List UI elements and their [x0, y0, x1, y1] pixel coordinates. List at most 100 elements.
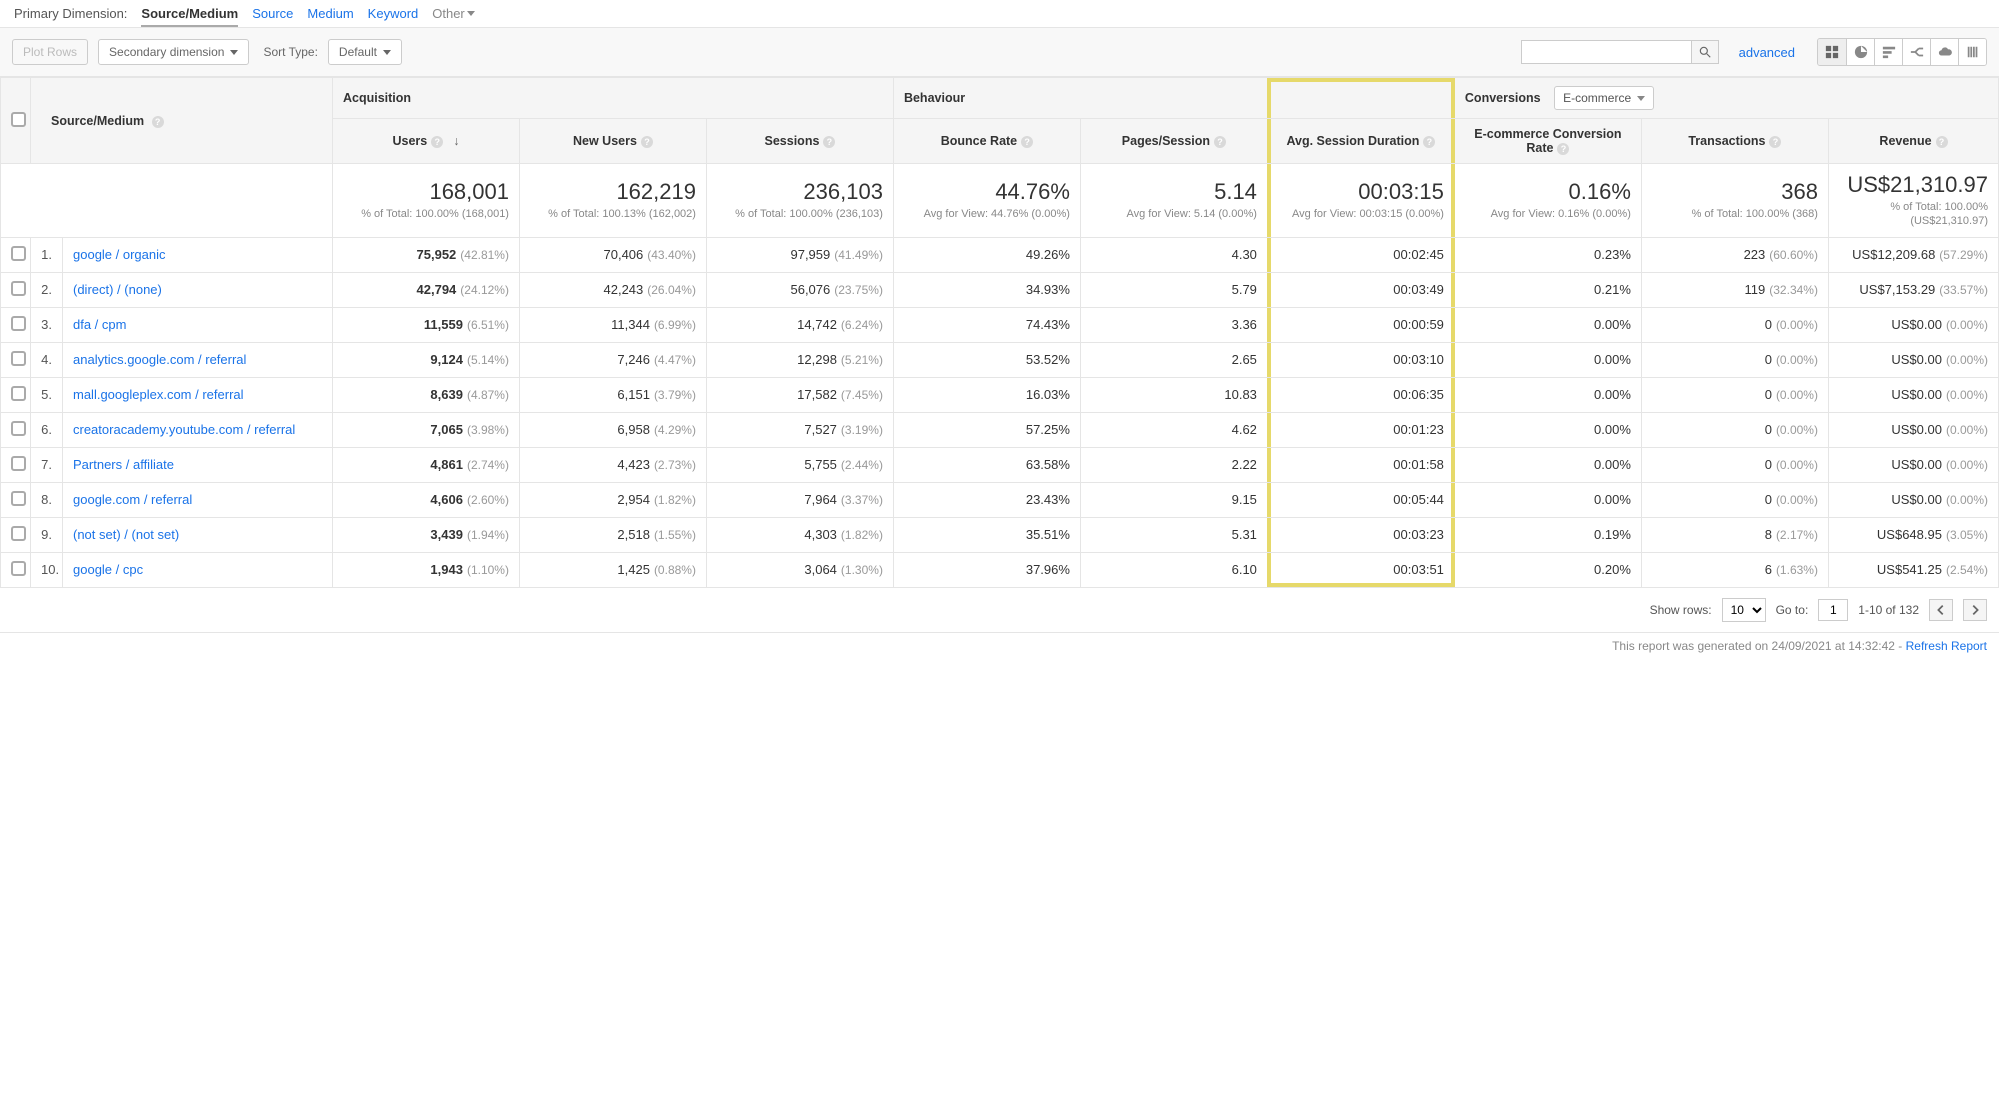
source-medium-link[interactable]: creatoracademy.youtube.com / referral — [73, 422, 295, 437]
cell-revenue: US$541.25(2.54%) — [1828, 552, 1998, 587]
header-transactions[interactable]: Transactions? — [1641, 119, 1828, 164]
cell-users: 4,606(2.60%) — [333, 482, 520, 517]
row-index: 6. — [31, 412, 63, 447]
totals-new-users: 162,219% of Total: 100.13% (162,002) — [519, 164, 706, 238]
totals-label-cell — [1, 164, 333, 238]
source-medium-link[interactable]: (direct) / (none) — [73, 282, 162, 297]
totals-bounce-rate: 44.76%Avg for View: 44.76% (0.00%) — [893, 164, 1080, 238]
help-icon[interactable]: ? — [1936, 136, 1948, 148]
primary-dimension-option-medium[interactable]: Medium — [307, 6, 353, 21]
header-pages-session[interactable]: Pages/Session? — [1080, 119, 1267, 164]
conversions-filter-dropdown[interactable]: E-commerce — [1554, 86, 1654, 110]
help-icon[interactable]: ? — [823, 136, 835, 148]
source-medium-link[interactable]: analytics.google.com / referral — [73, 352, 246, 367]
help-icon[interactable]: ? — [1021, 136, 1033, 148]
view-pie-button[interactable] — [1846, 39, 1874, 65]
help-icon[interactable]: ? — [152, 116, 164, 128]
plot-rows-button[interactable]: Plot Rows — [12, 39, 88, 65]
next-page-button[interactable] — [1963, 599, 1987, 621]
search-button[interactable] — [1691, 40, 1719, 64]
header-avg-session-duration[interactable]: Avg. Session Duration? — [1267, 119, 1454, 164]
cell-bounce-rate: 63.58% — [893, 447, 1080, 482]
row-checkbox[interactable] — [1, 447, 31, 482]
help-icon[interactable]: ? — [641, 136, 653, 148]
help-icon[interactable]: ? — [1214, 136, 1226, 148]
source-medium-link[interactable]: (not set) / (not set) — [73, 527, 179, 542]
view-cloud-button[interactable] — [1930, 39, 1958, 65]
cell-new-users: 6,958(4.29%) — [519, 412, 706, 447]
checkbox-icon — [11, 351, 26, 366]
row-checkbox[interactable] — [1, 552, 31, 587]
total-main: 5.14 — [1091, 179, 1257, 205]
primary-dimension-option-source[interactable]: Source — [252, 6, 293, 21]
primary-dimension-option-other[interactable]: Other — [432, 6, 475, 21]
conversions-label: Conversions — [1465, 91, 1541, 105]
header-users[interactable]: Users?↓ — [333, 119, 520, 164]
cell-avg-session-duration: 00:03:51 — [1267, 552, 1454, 587]
advanced-search-link[interactable]: advanced — [1739, 45, 1795, 60]
cell-ecom-conversion-rate: 0.00% — [1454, 447, 1641, 482]
source-medium-link[interactable]: dfa / cpm — [73, 317, 126, 332]
search-input[interactable] — [1521, 40, 1691, 64]
header-ecom-conversion-rate[interactable]: E-commerce Conversion Rate? — [1454, 119, 1641, 164]
row-checkbox[interactable] — [1, 307, 31, 342]
view-bar-button[interactable] — [1874, 39, 1902, 65]
cell-users: 11,559(6.51%) — [333, 307, 520, 342]
row-index: 3. — [31, 307, 63, 342]
cell-bounce-rate: 74.43% — [893, 307, 1080, 342]
cell-users: 9,124(5.14%) — [333, 342, 520, 377]
source-medium-link[interactable]: mall.googleplex.com / referral — [73, 387, 244, 402]
rows-per-page-select[interactable]: 10 — [1722, 598, 1766, 622]
header-source-medium[interactable]: Source/Medium ? — [31, 78, 333, 164]
header-revenue[interactable]: Revenue? — [1828, 119, 1998, 164]
plot-rows-label: Plot Rows — [23, 45, 77, 59]
goto-page-input[interactable] — [1818, 599, 1848, 621]
cell-transactions: 0(0.00%) — [1641, 342, 1828, 377]
help-icon[interactable]: ? — [1557, 143, 1569, 155]
help-icon[interactable]: ? — [1769, 136, 1781, 148]
view-comparison-button[interactable] — [1902, 39, 1930, 65]
cell-ecom-conversion-rate: 0.19% — [1454, 517, 1641, 552]
cell-sessions: 12,298(5.21%) — [706, 342, 893, 377]
refresh-report-link[interactable]: Refresh Report — [1906, 639, 1987, 653]
view-pivot-button[interactable] — [1958, 39, 1986, 65]
primary-dimension-current[interactable]: Source/Medium — [141, 6, 238, 27]
header-bounce-rate[interactable]: Bounce Rate? — [893, 119, 1080, 164]
sort-type-label: Sort Type: — [263, 45, 317, 59]
row-checkbox[interactable] — [1, 412, 31, 447]
table-row: 8. google.com / referral 4,606(2.60%) 2,… — [1, 482, 1999, 517]
source-medium-link[interactable]: google / organic — [73, 247, 166, 262]
cell-bounce-rate: 34.93% — [893, 272, 1080, 307]
row-checkbox[interactable] — [1, 517, 31, 552]
row-checkbox[interactable] — [1, 237, 31, 272]
cell-ecom-conversion-rate: 0.00% — [1454, 482, 1641, 517]
sort-type-dropdown[interactable]: Default — [328, 39, 402, 65]
row-checkbox[interactable] — [1, 377, 31, 412]
checkbox-icon — [11, 316, 26, 331]
help-icon[interactable]: ? — [431, 136, 443, 148]
source-medium-link[interactable]: google.com / referral — [73, 492, 192, 507]
sort-default-label: Default — [339, 45, 377, 59]
total-sub: % of Total: 100.13% (162,002) — [530, 207, 696, 221]
cell-transactions: 0(0.00%) — [1641, 377, 1828, 412]
header-sessions[interactable]: Sessions? — [706, 119, 893, 164]
view-table-button[interactable] — [1818, 39, 1846, 65]
cell-pages-session: 10.83 — [1080, 377, 1267, 412]
primary-dimension-option-keyword[interactable]: Keyword — [368, 6, 419, 21]
source-medium-link[interactable]: Partners / affiliate — [73, 457, 174, 472]
header-new-users[interactable]: New Users? — [519, 119, 706, 164]
source-medium-link[interactable]: google / cpc — [73, 562, 143, 577]
secondary-dimension-dropdown[interactable]: Secondary dimension — [98, 39, 249, 65]
row-checkbox[interactable] — [1, 482, 31, 517]
header-group-behaviour-highlight — [1267, 78, 1454, 119]
row-checkbox[interactable] — [1, 342, 31, 377]
show-rows-label: Show rows: — [1650, 603, 1712, 617]
cell-ecom-conversion-rate: 0.21% — [1454, 272, 1641, 307]
chevron-down-icon — [383, 50, 391, 55]
table-icon — [1825, 45, 1839, 59]
help-icon[interactable]: ? — [1423, 136, 1435, 148]
row-checkbox[interactable] — [1, 272, 31, 307]
column-label: Sessions — [765, 134, 820, 148]
prev-page-button[interactable] — [1929, 599, 1953, 621]
select-all-header[interactable] — [1, 78, 31, 164]
